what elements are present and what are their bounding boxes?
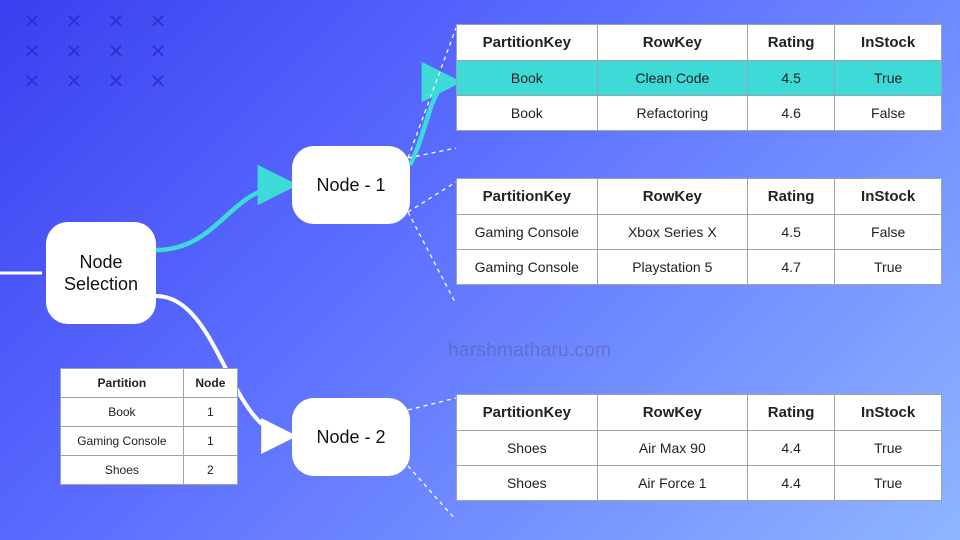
node-selection-box: Node Selection	[46, 222, 156, 324]
table-header-row: Partition Node	[61, 369, 238, 398]
node-2-label: Node - 2	[316, 427, 385, 448]
node-2-box: Node - 2	[292, 398, 410, 476]
node2-partition-shoes-table: PartitionKey RowKey Rating InStock Shoes…	[456, 394, 942, 501]
table-row: Shoes Air Force 1 4.4 True	[457, 466, 942, 501]
col-partition: Partition	[61, 369, 184, 398]
table-row: Gaming Console 1	[61, 427, 238, 456]
col-node: Node	[183, 369, 237, 398]
table-row: Shoes Air Max 90 4.4 True	[457, 431, 942, 466]
node-1-label: Node - 1	[316, 175, 385, 196]
watermark-text: harshmatharu.com	[448, 340, 611, 362]
table-row-highlighted: Book Clean Code 4.5 True	[457, 61, 942, 96]
node1-partition-book-table: PartitionKey RowKey Rating InStock Book …	[456, 24, 942, 131]
table-row: Gaming Console Xbox Series X 4.5 False	[457, 215, 942, 250]
partition-mapping-table: Partition Node Book 1 Gaming Console 1 S…	[60, 368, 238, 485]
node1-partition-gaming-table: PartitionKey RowKey Rating InStock Gamin…	[456, 178, 942, 285]
table-row: Book Refactoring 4.6 False	[457, 96, 942, 131]
decorative-cross-pattern: ✕✕✕✕ ✕✕✕✕ ✕✕✕✕	[14, 12, 176, 98]
table-row: Gaming Console Playstation 5 4.7 True	[457, 250, 942, 285]
table-row: Book 1	[61, 398, 238, 427]
node-selection-label: Node Selection	[60, 251, 142, 296]
table-row: Shoes 2	[61, 456, 238, 485]
table-header-row: PartitionKey RowKey Rating InStock	[457, 395, 942, 431]
table-header-row: PartitionKey RowKey Rating InStock	[457, 179, 942, 215]
table-header-row: PartitionKey RowKey Rating InStock	[457, 25, 942, 61]
node-1-box: Node - 1	[292, 146, 410, 224]
